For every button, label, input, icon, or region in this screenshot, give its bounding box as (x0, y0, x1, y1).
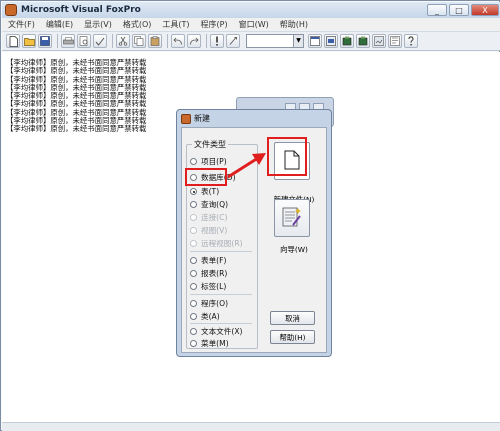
radio-label: 项目(P) (201, 157, 227, 166)
maximize-button[interactable]: □ (449, 4, 469, 16)
save-icon[interactable] (38, 34, 52, 48)
radio-table[interactable]: 表(T) (190, 186, 219, 197)
wizard-label: 向导(W) (280, 245, 308, 254)
foxpro-dialog-icon (181, 113, 191, 124)
toolbar: ▼ (2, 32, 500, 51)
radio-project[interactable]: 项目(P) (190, 156, 227, 167)
menu-bar: 文件(F) 编辑(E) 显示(V) 格式(O) 工具(T) 程序(P) 窗口(W… (2, 18, 500, 32)
database-combo[interactable]: ▼ (246, 34, 304, 48)
radio-menu[interactable]: 菜单(M) (190, 338, 229, 349)
radio-class[interactable]: 类(A) (190, 311, 220, 322)
workspace-output: 【李均律师】原创，未经书面同意严禁转载 【李均律师】原创，未经书面同意严禁转载 … (6, 58, 147, 134)
radio-label: 类(A) (201, 312, 220, 321)
menu-view[interactable]: 显示(V) (84, 19, 112, 30)
help-button[interactable]: 帮助(H) (270, 330, 315, 344)
table-designer-icon[interactable] (356, 34, 370, 48)
radio-label: 视图(V) (201, 226, 228, 235)
radio-circle-icon (190, 313, 197, 320)
toolbar-separator (206, 34, 207, 48)
paste-icon[interactable] (148, 34, 162, 48)
output-line: 【李均律师】原创，未经书面同意严禁转载 (6, 124, 147, 134)
run-icon[interactable] (210, 34, 224, 48)
print-preview-icon[interactable] (77, 34, 91, 48)
wizard-button[interactable] (274, 199, 310, 237)
radio-selected-icon (190, 188, 197, 195)
radio-circle-icon (190, 158, 197, 165)
radio-circle-icon (190, 300, 197, 307)
menu-file[interactable]: 文件(F) (8, 19, 35, 30)
menu-format[interactable]: 格式(O) (123, 19, 152, 30)
radio-circle-icon (190, 257, 197, 264)
close-button[interactable]: X (471, 4, 499, 16)
radio-label: 文本文件(X) (201, 327, 243, 336)
builder-icon[interactable] (388, 34, 402, 48)
spell-check-icon[interactable] (93, 34, 107, 48)
new-dialog: 新建 文件类型 项目(P) 数据库(D) 表(T) 查询(Q) 连接(C) 视图… (176, 109, 332, 357)
menu-edit[interactable]: 编辑(E) (46, 19, 73, 30)
radio-label: 连接(C) (201, 213, 228, 222)
toolbar-separator (112, 34, 113, 48)
radio-label: 表单(F) (201, 256, 227, 265)
radio-label: 程序(O) (201, 299, 229, 308)
radio-remote-view: 远程视图(R) (190, 238, 243, 249)
file-type-label: 文件类型 (192, 139, 228, 150)
radio-label: 菜单(M) (201, 339, 229, 348)
toolbar-separator (57, 34, 58, 48)
group-divider (190, 323, 252, 324)
menu-program[interactable]: 程序(P) (201, 19, 228, 30)
app-title: Microsoft Visual FoxPro (21, 5, 141, 15)
redo-icon[interactable] (187, 34, 201, 48)
new-file-highlight (267, 137, 307, 176)
cancel-button[interactable]: 取消 (270, 311, 315, 325)
radio-query[interactable]: 查询(Q) (190, 199, 228, 210)
chevron-down-icon[interactable]: ▼ (293, 35, 303, 47)
radio-label: 报表(R) (201, 269, 228, 278)
radio-program[interactable]: 程序(O) (190, 298, 228, 309)
radio-view: 视图(V) (190, 225, 227, 236)
cut-icon[interactable] (116, 34, 130, 48)
minimize-button[interactable]: _ (427, 4, 447, 16)
menu-tools[interactable]: 工具(T) (162, 19, 189, 30)
table-option-highlight (185, 168, 227, 186)
radio-circle-icon (190, 240, 197, 247)
foxpro-app-icon (5, 4, 17, 16)
radio-circle-icon (190, 270, 197, 277)
radio-label: 查询(Q) (201, 200, 229, 209)
wizard-icon (281, 205, 303, 232)
radio-circle-icon (190, 340, 197, 347)
dialog-title: 新建 (194, 114, 210, 123)
toolbar-separator (167, 34, 168, 48)
group-divider (190, 294, 252, 295)
radio-text-file[interactable]: 文本文件(X) (190, 326, 243, 337)
form-designer-icon[interactable] (372, 34, 386, 48)
data-session-icon[interactable] (324, 34, 338, 48)
radio-circle-icon (190, 227, 197, 234)
print-icon[interactable] (61, 34, 75, 48)
database-designer-icon[interactable] (340, 34, 354, 48)
open-folder-icon[interactable] (22, 34, 36, 48)
dialog-title-bar[interactable]: 新建 (177, 110, 331, 127)
menu-help[interactable]: 帮助(H) (280, 19, 308, 30)
radio-circle-icon (190, 214, 197, 221)
new-file-icon[interactable] (6, 34, 20, 48)
radio-label: 远程视图(R) (201, 239, 243, 248)
title-bar[interactable]: Microsoft Visual FoxPro _ □ X (2, 2, 500, 18)
command-window-icon[interactable] (308, 34, 322, 48)
radio-report[interactable]: 报表(R) (190, 268, 227, 279)
group-divider (190, 251, 252, 252)
radio-label-type[interactable]: 标签(L) (190, 281, 226, 292)
modify-form-icon[interactable] (226, 34, 240, 48)
menu-window[interactable]: 窗口(W) (239, 19, 269, 30)
copy-icon[interactable] (132, 34, 146, 48)
radio-circle-icon (190, 201, 197, 208)
radio-circle-icon (190, 283, 197, 290)
radio-circle-icon (190, 328, 197, 335)
radio-label: 标签(L) (201, 282, 227, 291)
radio-form[interactable]: 表单(F) (190, 255, 226, 266)
status-bar (2, 422, 500, 431)
undo-icon[interactable] (171, 34, 185, 48)
radio-connection: 连接(C) (190, 212, 227, 223)
help-icon[interactable] (404, 34, 418, 48)
radio-label: 表(T) (201, 187, 220, 196)
